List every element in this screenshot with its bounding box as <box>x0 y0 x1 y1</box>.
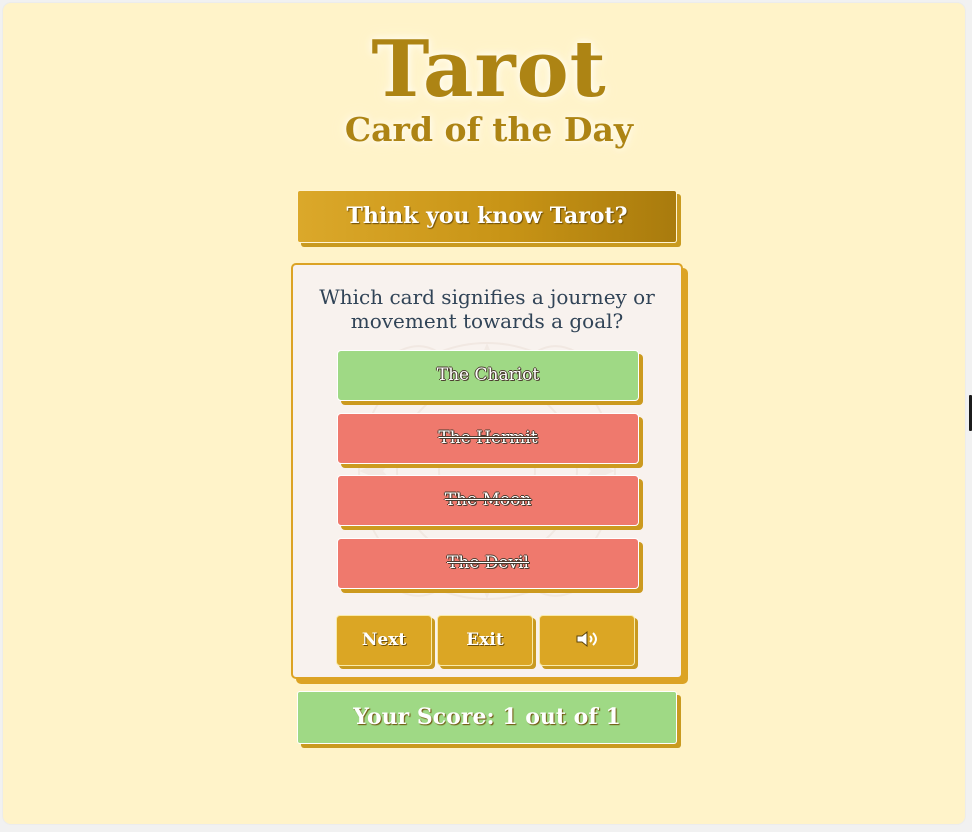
quiz-card: Which card signifies a journey or moveme… <box>291 263 683 679</box>
logo-title: Tarot <box>371 24 607 115</box>
answer-button-the-moon[interactable]: The Moon <box>337 475 639 526</box>
answer-button-the-hermit[interactable]: The Hermit <box>337 413 639 464</box>
exit-button[interactable]: Exit <box>437 615 533 666</box>
sound-button[interactable] <box>539 615 635 666</box>
score-display: Your Score: 1 out of 1 <box>297 691 677 744</box>
logo-subtitle: Card of the Day <box>344 110 634 149</box>
app-page: Tarot Card of the Day Think you know Tar… <box>3 3 965 824</box>
answer-button-the-chariot[interactable]: The Chariot <box>337 350 639 401</box>
question-text: Which card signifies a journey or moveme… <box>319 285 655 333</box>
next-button[interactable]: Next <box>336 615 432 666</box>
tarot-logo: Tarot Card of the Day <box>3 31 972 149</box>
answer-button-the-devil[interactable]: The Devil <box>337 538 639 589</box>
quiz-banner: Think you know Tarot? <box>297 190 677 243</box>
speaker-icon <box>576 630 597 648</box>
